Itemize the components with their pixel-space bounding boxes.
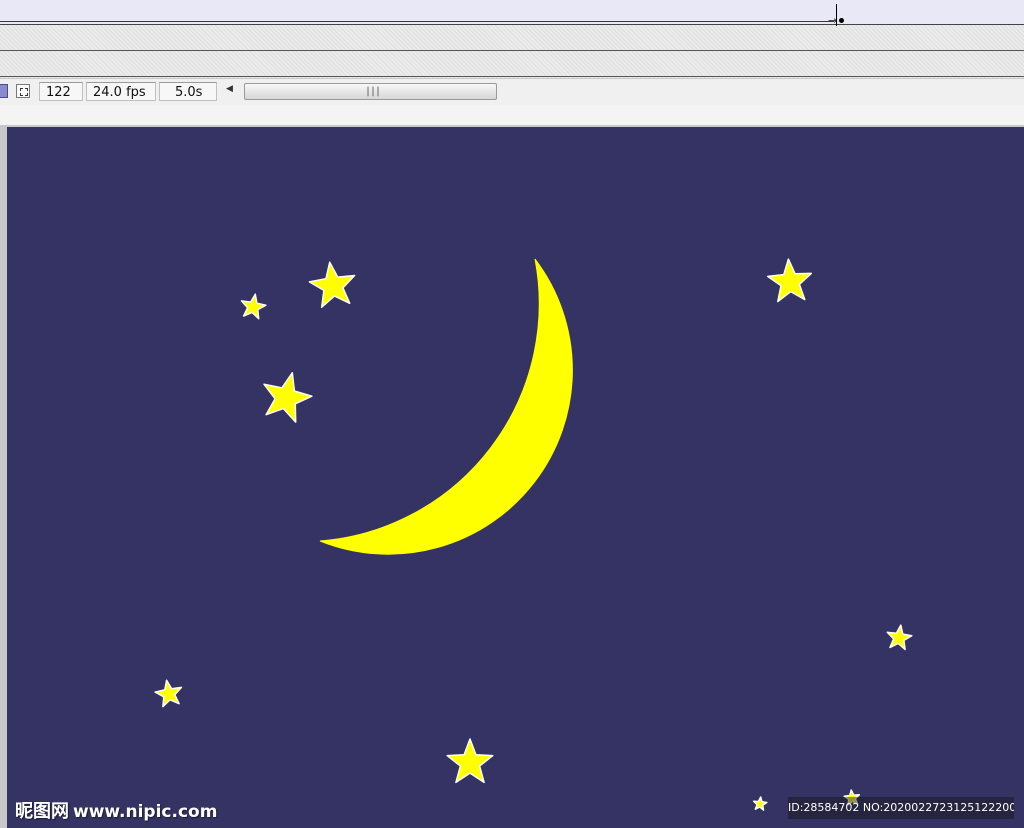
image-id-watermark: ID:28584702 NO:20200227231251222000: [788, 797, 1014, 819]
keyframe-icon[interactable]: [839, 18, 844, 23]
playhead-marker[interactable]: [836, 4, 837, 26]
site-url-text: www.nipic.com: [73, 802, 218, 822]
star-icon[interactable]: [263, 372, 313, 423]
crescent-moon-icon[interactable]: [319, 258, 573, 555]
star-icon[interactable]: [446, 738, 494, 784]
triangle-left-icon[interactable]: ◀: [226, 84, 233, 94]
timeline-status-bar: 122 24.0 fps 5.0s ◀ |||: [0, 78, 1024, 106]
star-icon[interactable]: [240, 293, 267, 320]
elapsed-time-display: 5.0s: [159, 82, 217, 101]
edit-multiple-frames-icon[interactable]: [16, 84, 30, 98]
current-frame-display[interactable]: 122: [39, 82, 83, 101]
star-icon[interactable]: [308, 261, 356, 308]
timeline-layer-row[interactable]: [0, 52, 1024, 77]
stage-artwork: [154, 258, 913, 811]
timeline-layer-row[interactable]: →: [0, 0, 1024, 27]
site-logo-text: 昵图网: [15, 801, 69, 822]
motion-tween-line: [0, 21, 834, 22]
stage-canvas[interactable]: [7, 127, 1024, 828]
timeline-panel: →: [0, 0, 1024, 78]
panel-divider: [0, 105, 1024, 125]
star-icon[interactable]: [752, 796, 768, 811]
star-icon[interactable]: [154, 679, 183, 708]
star-icon[interactable]: [766, 258, 813, 303]
star-icon[interactable]: [886, 624, 913, 651]
horizontal-scrollbar[interactable]: |||: [244, 83, 497, 100]
onion-skin-icon[interactable]: [0, 84, 8, 98]
grip-icon[interactable]: |||: [365, 86, 381, 97]
frame-rate-display[interactable]: 24.0 fps: [86, 82, 156, 101]
timeline-layer-row[interactable]: [0, 26, 1024, 51]
site-watermark: 昵图网 www.nipic.com: [15, 797, 217, 823]
